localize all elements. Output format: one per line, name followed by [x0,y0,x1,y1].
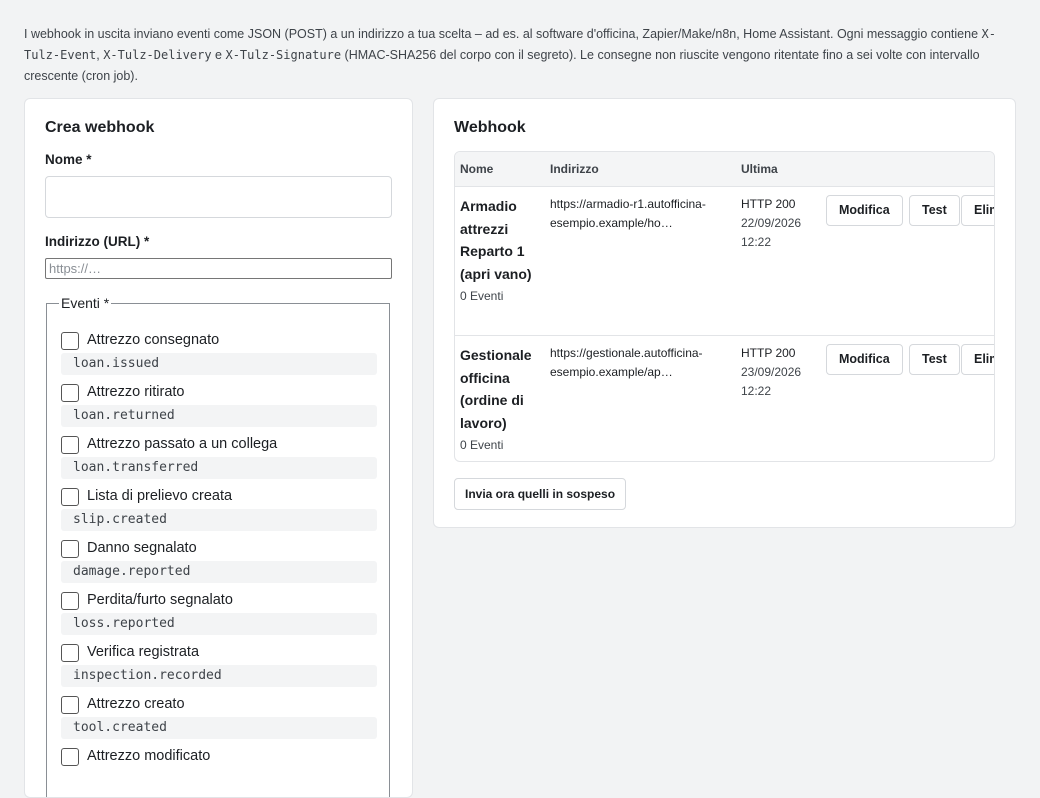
last-date: 23/09/2026 12:22 [741,365,802,398]
webhook-last-delivery: HTTP 200 23/09/2026 12:22 [741,344,821,401]
event-checkbox[interactable] [61,644,79,662]
intro-text: I webhook in uscita inviano eventi come … [24,24,1014,87]
webhook-list-title: Webhook [454,119,526,136]
name-label: Nome * [45,152,92,167]
webhook-table: Nome Indirizzo Ultima Armadio attrezzi R… [454,151,995,462]
event-checkbox[interactable] [61,436,79,454]
webhook-list-card: Webhook Nome Indirizzo Ultima Armadio at… [433,98,1016,528]
event-label: Attrezzo ritirato [87,384,185,400]
last-date: 22/09/2026 12:22 [741,216,802,249]
header-delivery-code: X-Tulz-Delivery [103,48,212,62]
event-label: Attrezzo passato a un collega [87,436,278,452]
delete-button[interactable]: Elimina [961,344,994,375]
event-checkbox[interactable] [61,696,79,714]
events-fieldset: Eventi * Attrezzo consegnato loan.issued… [46,295,390,797]
table-header: Nome Indirizzo Ultima [455,152,994,187]
table-row: Gestionale officina (ordine di lavoro) 0… [455,336,994,461]
create-webhook-card: Crea webhook Nome * Indirizzo (URL) * Ev… [24,98,413,798]
table-row: Armadio attrezzi Reparto 1 (apri vano) 0… [455,187,994,336]
webhook-events-count: 0 Eventi [460,289,504,303]
intro-separator: e [211,48,226,62]
webhook-name: Gestionale officina (ordine di lavoro) [460,347,532,431]
webhook-name-cell: Armadio attrezzi Reparto 1 (apri vano) 0… [460,195,540,303]
test-button[interactable]: Test [909,195,960,226]
events-legend: Eventi * [61,295,110,311]
edit-button[interactable]: Modifica [826,344,903,375]
event-label: Attrezzo consegnato [87,332,220,348]
event-code: loan.returned [61,405,377,427]
event-label: Danno segnalato [87,540,197,556]
event-code: loss.reported [61,613,377,635]
event-code: inspection.recorded [61,665,377,687]
event-label: Verifica registrata [87,644,200,660]
event-label: Lista di prelievo creata [87,488,233,504]
name-input[interactable] [45,176,392,218]
url-input[interactable] [45,258,392,279]
event-checkbox[interactable] [61,592,79,610]
column-header-url: Indirizzo [550,162,599,176]
url-label: Indirizzo (URL) * [45,234,150,249]
event-code: damage.reported [61,561,377,583]
event-checkbox[interactable] [61,332,79,350]
last-status: HTTP 200 [741,197,796,211]
create-webhook-title: Crea webhook [45,119,155,136]
webhook-events-count: 0 Eventi [460,438,504,452]
event-label: Attrezzo creato [87,696,185,712]
event-checkbox[interactable] [61,488,79,506]
webhook-last-delivery: HTTP 200 22/09/2026 12:22 [741,195,821,252]
column-header-name: Nome [460,162,494,176]
webhook-url: https://gestionale.autofficina-esempio.e… [550,346,703,379]
event-label: Attrezzo modificato [87,748,211,764]
event-label: Perdita/furto segnalato [87,592,233,608]
event-code: slip.created [61,509,377,531]
event-code: tool.created [61,717,377,739]
event-code: loan.issued [61,353,377,375]
webhook-name-cell: Gestionale officina (ordine di lavoro) 0… [460,344,540,452]
header-signature-code: X-Tulz-Signature [225,48,342,62]
webhook-url: https://armadio-r1.autofficina-esempio.e… [550,197,706,230]
event-code: loan.transferred [61,457,377,479]
event-checkbox[interactable] [61,748,79,766]
intro-text-part: I webhook in uscita inviano eventi come … [24,27,982,41]
webhook-name: Armadio attrezzi Reparto 1 (apri vano) [460,198,532,282]
test-button[interactable]: Test [909,344,960,375]
last-status: HTTP 200 [741,346,796,360]
edit-button[interactable]: Modifica [826,195,903,226]
event-checkbox[interactable] [61,384,79,402]
send-pending-button[interactable]: Invia ora quelli in sospeso [454,478,627,510]
event-checkbox[interactable] [61,540,79,558]
column-header-last: Ultima [741,162,778,176]
delete-button[interactable]: Elimina [961,195,994,226]
